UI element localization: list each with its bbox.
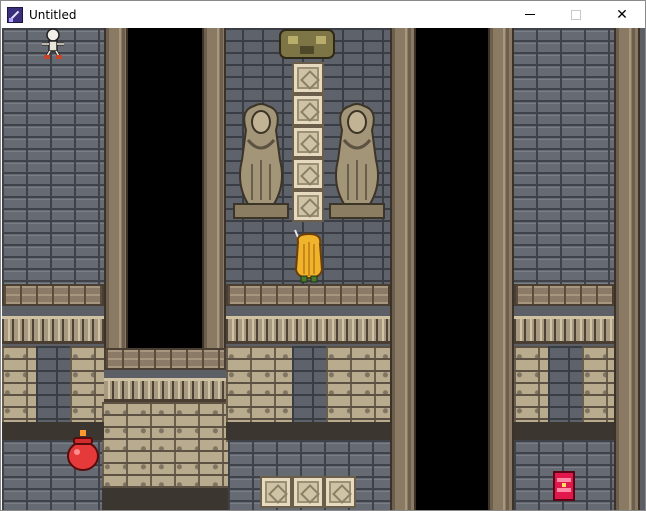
cornice-right (514, 316, 614, 344)
window-title: Untitled (29, 7, 77, 22)
walkway-tile[interactable] (292, 190, 324, 222)
base-lower (102, 488, 228, 510)
cornice-center (226, 316, 390, 344)
ledge-right (514, 284, 614, 306)
ledge-pit-bottom (104, 348, 226, 370)
masonry-lower-center (102, 402, 228, 494)
statue-sprite (329, 103, 385, 219)
ledge-center (226, 284, 390, 306)
minimize-button[interactable] (507, 1, 553, 28)
ledge-left (2, 284, 104, 306)
game-viewport[interactable] (2, 28, 645, 510)
hero-sprite[interactable] (292, 228, 326, 284)
maximize-icon (571, 9, 581, 20)
walkway-tile[interactable] (292, 158, 324, 190)
wall-right (512, 28, 616, 286)
close-button[interactable]: ✕ (599, 1, 645, 28)
window-controls: ✕ (507, 1, 645, 28)
pot-icon[interactable] (66, 428, 100, 474)
pillar-left (104, 28, 128, 358)
golem-sprite[interactable] (278, 28, 336, 60)
walkway-tile[interactable] (260, 476, 292, 508)
maximize-button[interactable] (553, 1, 599, 28)
walkway-tile[interactable] (324, 476, 356, 508)
base-center (226, 422, 390, 440)
pit-left (128, 28, 202, 348)
pit-right (416, 28, 488, 510)
skeleton-sprite[interactable] (38, 28, 68, 60)
game-window: Untitled ✕ (0, 0, 646, 511)
cornice-left (2, 316, 104, 344)
treasure-chest-icon[interactable] (552, 470, 576, 502)
app-icon (7, 6, 23, 23)
pillar-edge (614, 28, 640, 510)
minimize-icon (525, 14, 535, 15)
cornice-lower (102, 378, 228, 402)
walkway-tile[interactable] (292, 476, 324, 508)
walkway-tile[interactable] (292, 94, 324, 126)
close-icon: ✕ (616, 6, 628, 23)
statue-sprite (233, 103, 289, 219)
walkway-tile[interactable] (292, 62, 324, 94)
pillar-mid-right (390, 28, 416, 510)
walkway-tile[interactable] (292, 126, 324, 158)
base-right (514, 422, 614, 440)
pillar-right (488, 28, 514, 510)
wall-left (2, 28, 108, 286)
title-bar[interactable]: Untitled ✕ (1, 1, 645, 28)
pillar-mid-left (202, 28, 226, 358)
